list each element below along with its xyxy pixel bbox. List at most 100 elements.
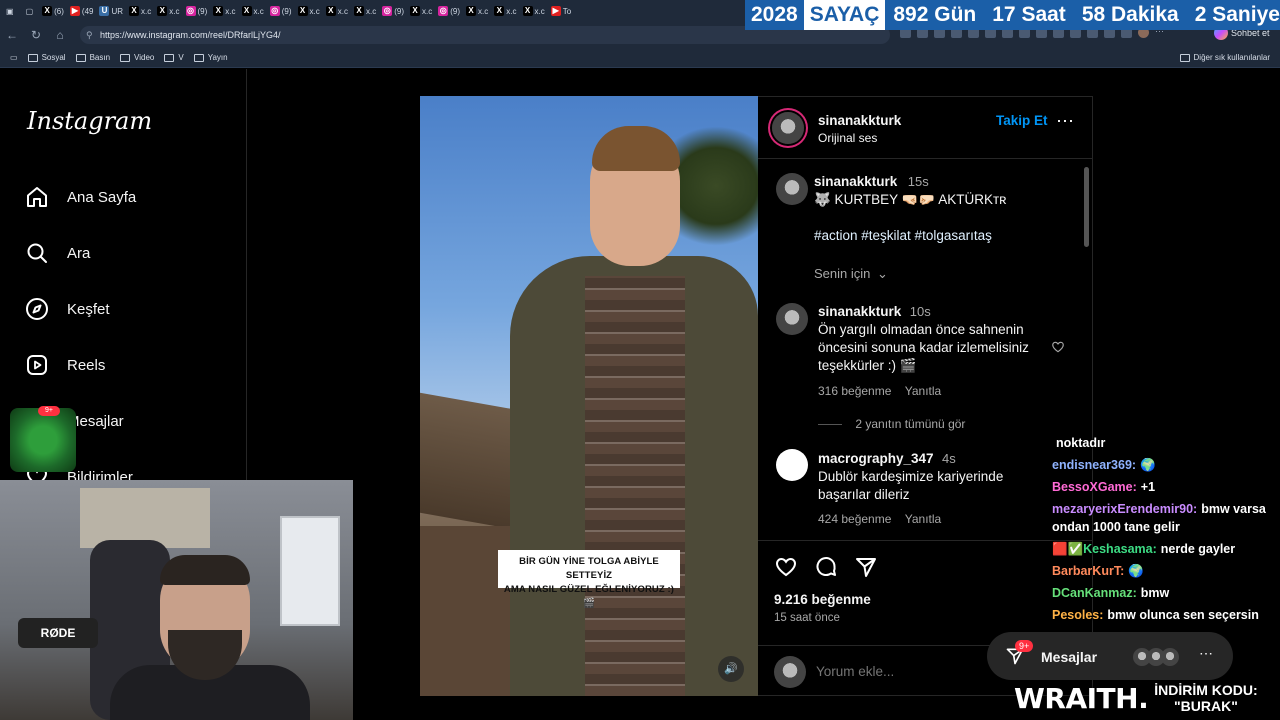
like-icon[interactable] bbox=[774, 555, 798, 584]
comment-input[interactable] bbox=[816, 660, 996, 682]
browser-tab[interactable]: ◎ (9) bbox=[267, 0, 295, 22]
bookmarks-menu-icon[interactable]: ▭ bbox=[10, 53, 18, 62]
comments-scrollbar[interactable] bbox=[1084, 167, 1089, 247]
browser-tab[interactable]: Xx.c bbox=[520, 0, 548, 22]
caption-header: sinanakkturk 15s bbox=[814, 173, 929, 191]
caption-hashtags[interactable]: #action #teşkilat #tolgasarıtaş bbox=[814, 227, 992, 245]
tab-label: x.c bbox=[337, 6, 348, 16]
bookmark-folder[interactable]: V bbox=[164, 53, 184, 62]
audio-label[interactable]: Orijinal ses bbox=[818, 131, 877, 145]
browser-tab[interactable]: ◎ (9) bbox=[183, 0, 211, 22]
browser-tab[interactable]: ▶ To bbox=[548, 0, 574, 22]
browser-tab[interactable]: Xx.c bbox=[210, 0, 238, 22]
chat-username: BarbarKurT: bbox=[1052, 564, 1125, 578]
folder-icon bbox=[75, 53, 86, 62]
search-icon bbox=[25, 241, 49, 265]
messages-bar[interactable]: 9+ Mesajlar ⋯ bbox=[987, 632, 1233, 680]
reels-icon bbox=[25, 353, 49, 377]
workspaces-icon[interactable]: ▣ bbox=[0, 0, 20, 22]
caption-time: 15s bbox=[907, 174, 929, 189]
sidebar-item-explore[interactable]: Keşfet bbox=[25, 297, 110, 321]
video-caption: BİR GÜN YİNE TOLGA ABİYLE SETTEYİZ AMA N… bbox=[498, 550, 680, 609]
comment-time: 4s bbox=[942, 451, 956, 466]
audio-toggle-icon[interactable]: 🔊 bbox=[718, 656, 744, 682]
browser-tab[interactable]: Xx.c bbox=[491, 0, 519, 22]
home-button-icon[interactable]: ⌂ bbox=[48, 28, 72, 42]
chat-message: DCanKanmaz: bmw bbox=[1052, 584, 1280, 602]
bookmark-folder[interactable]: Yayın bbox=[193, 53, 228, 62]
comment-username[interactable]: macrography_347 bbox=[818, 451, 934, 466]
counter-seconds: 2 Saniye bbox=[1194, 3, 1280, 26]
like-count[interactable]: 9.216 beğenme bbox=[774, 592, 871, 607]
video-caption-line: AMA NASIL GÜZEL EĞLENİYORUZ :) 🎬 bbox=[503, 584, 675, 609]
bookmark-folder[interactable]: Video bbox=[120, 53, 154, 62]
site-info-icon[interactable]: ⚲ bbox=[86, 26, 93, 44]
discount-line: İNDİRİM KODU: bbox=[1154, 682, 1258, 698]
browser-tab[interactable]: Xx.c bbox=[295, 0, 323, 22]
sidebar-item-label: Ara bbox=[67, 244, 91, 262]
chat-message: endisnear369: 🌍 bbox=[1052, 456, 1280, 474]
bookmark-folder[interactable]: Basın bbox=[75, 53, 111, 62]
view-replies-label: 2 yanıtın tümünü gör bbox=[855, 417, 966, 431]
bookmark-folder[interactable]: Sosyal bbox=[27, 53, 66, 62]
follow-button[interactable]: Takip Et bbox=[996, 113, 1048, 128]
comment-username[interactable]: sinanakkturk bbox=[818, 304, 901, 319]
comment-likes[interactable]: 424 beğenme bbox=[818, 512, 891, 526]
browser-tab[interactable]: X (6) bbox=[39, 0, 67, 22]
avatar[interactable] bbox=[776, 449, 808, 481]
other-bookmarks[interactable]: Diğer sık kullanılanlar bbox=[1179, 53, 1270, 62]
video-caption-line: BİR GÜN YİNE TOLGA ABİYLE SETTEYİZ bbox=[519, 556, 659, 581]
tab-label: x.c bbox=[309, 6, 320, 16]
for-you-toggle[interactable]: Senin için ⌄ bbox=[814, 266, 888, 282]
tab-label: x.c bbox=[506, 6, 517, 16]
browser-tab[interactable]: Xx.c bbox=[126, 0, 154, 22]
comment-like-icon[interactable] bbox=[1051, 340, 1065, 359]
avatar[interactable] bbox=[776, 173, 808, 205]
sidebar-item-reels[interactable]: Reels bbox=[25, 353, 105, 377]
sidebar-item-home[interactable]: Ana Sayfa bbox=[25, 185, 136, 209]
reply-button[interactable]: Yanıtla bbox=[905, 384, 941, 398]
chat-message: mezaryerixErendemir90: bmw varsa ondan 10… bbox=[1052, 500, 1280, 536]
tab-label: (6) bbox=[54, 6, 64, 16]
chat-username: mezaryerixErendemir90: bbox=[1052, 502, 1198, 516]
reply-button[interactable]: Yanıtla bbox=[905, 512, 941, 526]
chat-message: BarbarKurT: 🌍 bbox=[1052, 562, 1280, 580]
avatar[interactable] bbox=[776, 303, 808, 335]
avatar bbox=[774, 656, 806, 688]
share-icon[interactable] bbox=[854, 555, 878, 584]
chat-text: nerde gayler bbox=[1160, 542, 1236, 556]
chat-username: BessoXGame: bbox=[1052, 480, 1137, 494]
instagram-logo[interactable]: Instagram bbox=[27, 107, 152, 135]
comment-header: sinanakkturk 10s bbox=[818, 303, 931, 321]
browser-tab[interactable]: Xx.c bbox=[239, 0, 267, 22]
divider bbox=[818, 424, 842, 426]
comment-icon[interactable] bbox=[814, 555, 838, 584]
back-icon[interactable]: ← bbox=[0, 28, 24, 42]
caption-username[interactable]: sinanakkturk bbox=[814, 174, 897, 189]
browser-tab[interactable]: Xx.c bbox=[323, 0, 351, 22]
more-options-icon[interactable]: ⋯ bbox=[1056, 111, 1075, 132]
reel-video[interactable]: BİR GÜN YİNE TOLGA ABİYLE SETTEYİZ AMA N… bbox=[420, 96, 758, 696]
post-username[interactable]: sinanakkturk bbox=[818, 113, 901, 128]
other-bookmarks-label: Diğer sık kullanılanlar bbox=[1193, 53, 1270, 62]
tab-label: (49 bbox=[81, 6, 94, 16]
url-text: https://www.instagram.com/reel/DRfarlLjY… bbox=[100, 30, 281, 40]
browser-tab[interactable]: Xx.c bbox=[463, 0, 491, 22]
chat-text: 🌍 bbox=[1140, 458, 1156, 472]
reload-icon[interactable]: ↻ bbox=[24, 28, 48, 42]
browser-tab[interactable]: Xx.c bbox=[407, 0, 435, 22]
browser-tab[interactable]: Xx.c bbox=[351, 0, 379, 22]
browser-tab[interactable]: ▶ (49 bbox=[67, 0, 97, 22]
tab-actions-icon[interactable]: ▢ bbox=[20, 0, 40, 22]
browser-tab[interactable]: ◎ (9) bbox=[379, 0, 407, 22]
instagram-icon: ◎ bbox=[382, 6, 393, 16]
sidebar-item-search[interactable]: Ara bbox=[25, 241, 90, 265]
comment-likes[interactable]: 316 beğenme bbox=[818, 384, 891, 398]
view-replies-button[interactable]: 2 yanıtın tümünü gör bbox=[818, 417, 965, 431]
avatar[interactable] bbox=[772, 112, 804, 144]
browser-tab[interactable]: ◎ (9) bbox=[435, 0, 463, 22]
x-icon: X bbox=[129, 6, 140, 16]
browser-tab[interactable]: Xx.c bbox=[154, 0, 182, 22]
browser-tab[interactable]: U UR bbox=[96, 0, 126, 22]
bookmark-label: Basın bbox=[89, 53, 111, 62]
